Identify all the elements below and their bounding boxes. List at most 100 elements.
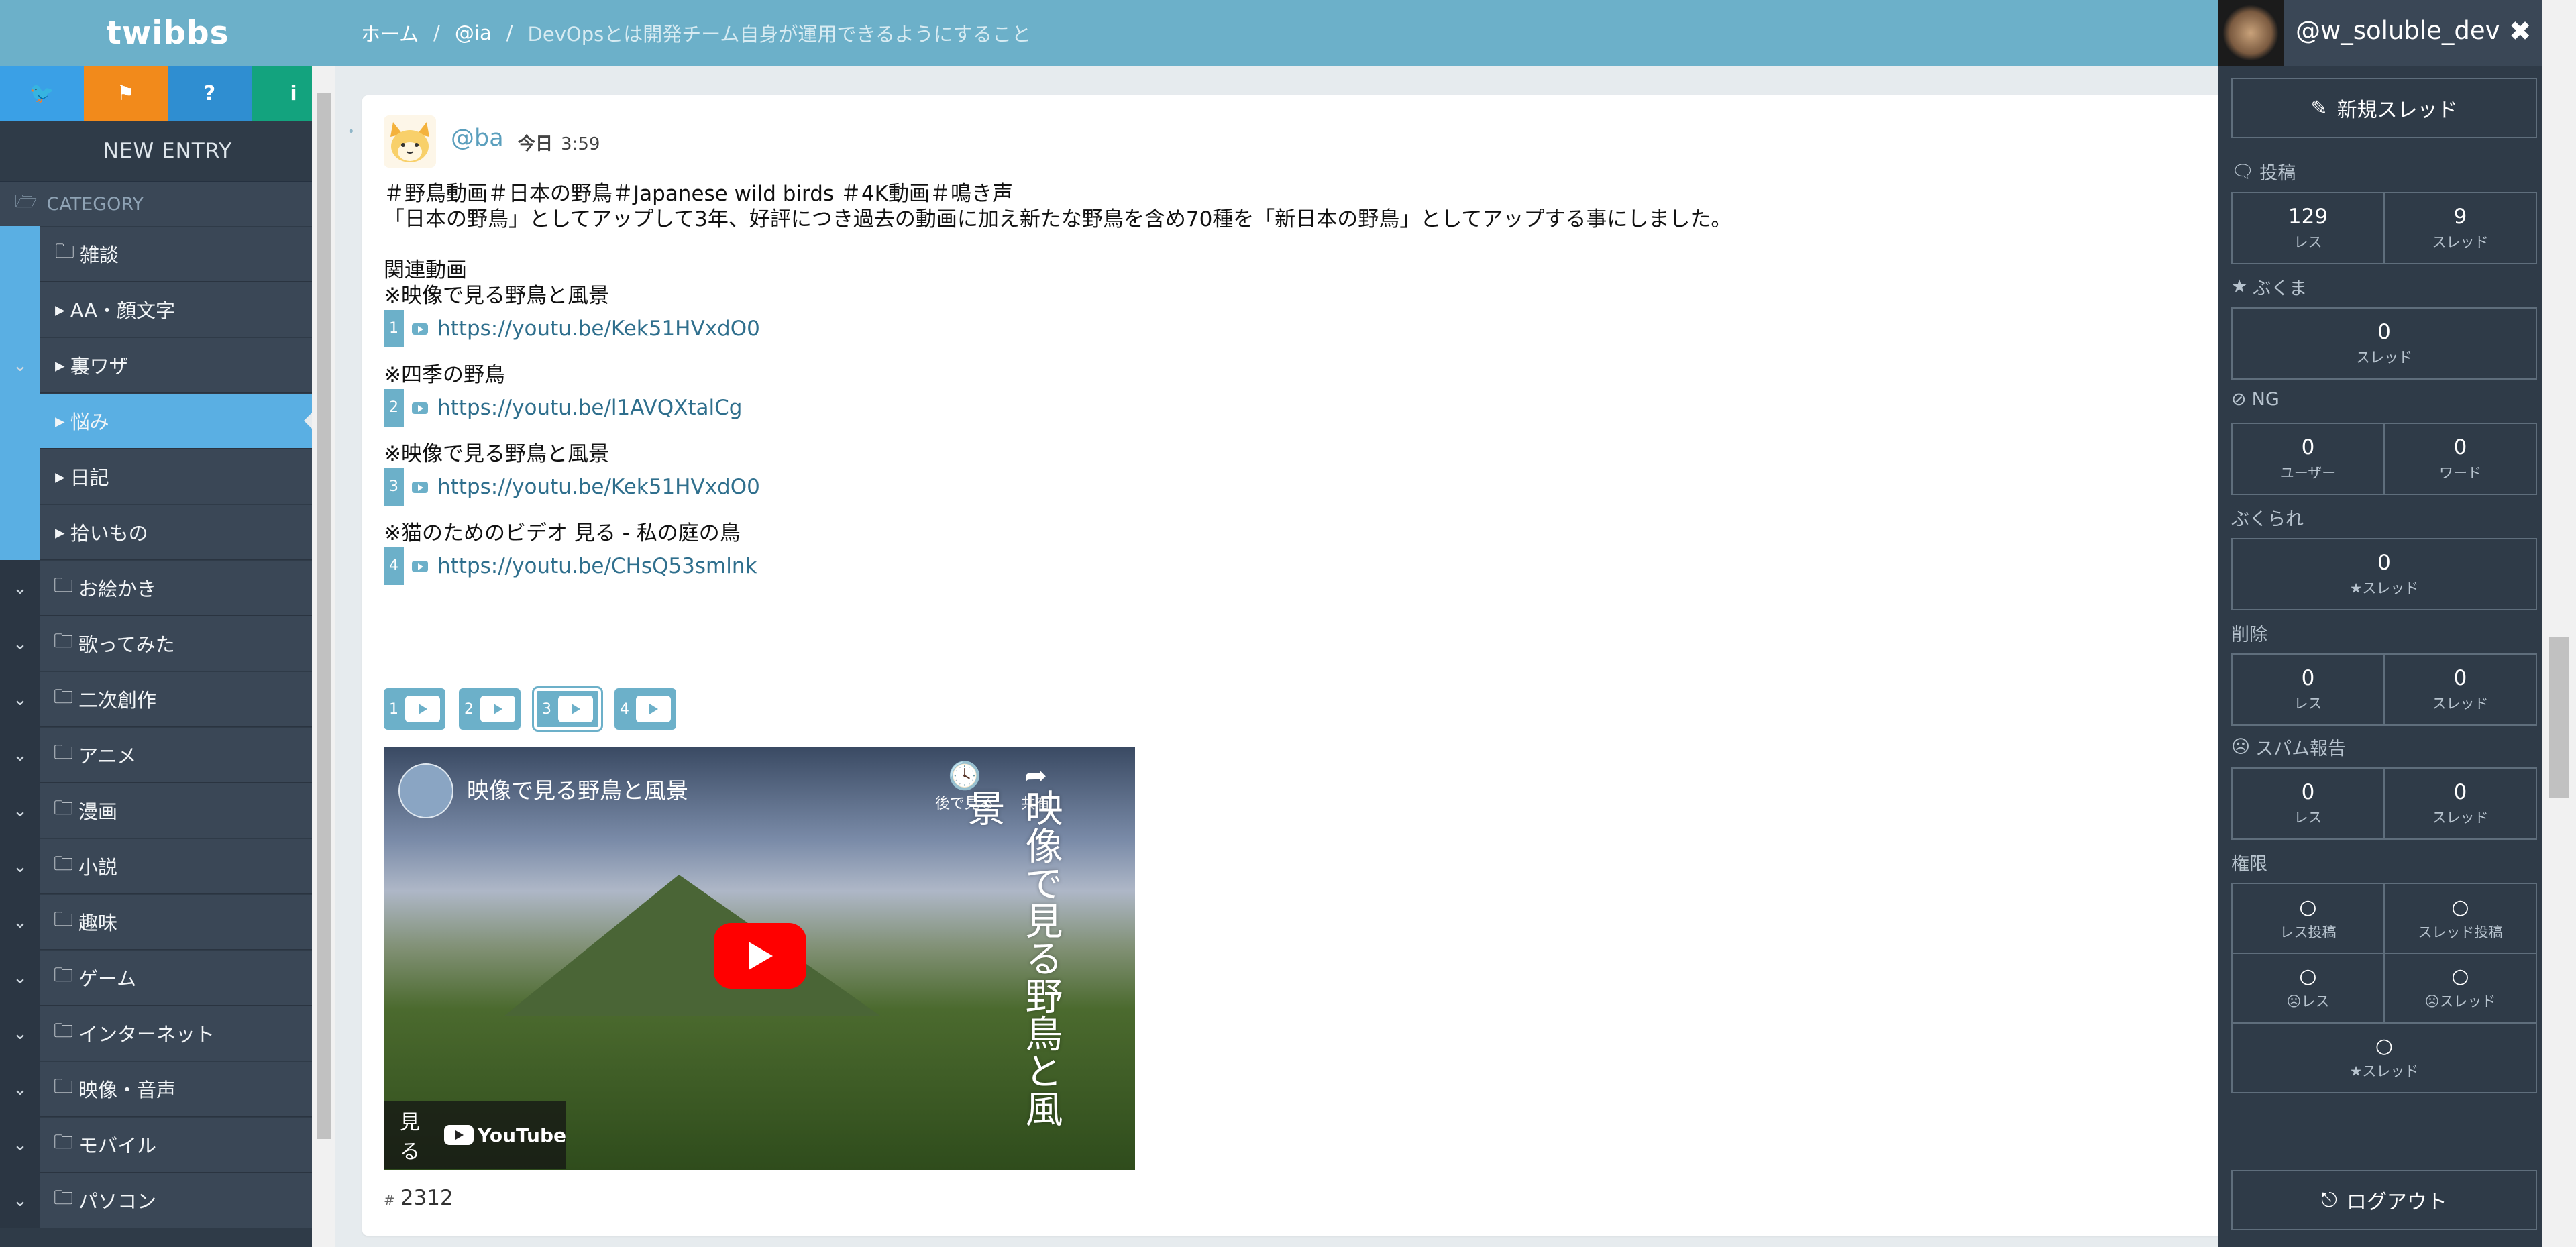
category-item[interactable]: ⌄ 🗀 小説 — [0, 838, 335, 894]
perm-mark: ○ — [2299, 895, 2317, 919]
category-label: 二次創作 — [78, 689, 157, 712]
category-item[interactable]: ⌄ 🗀 ゲーム — [0, 950, 335, 1006]
chevron-down-icon[interactable]: ⌄ — [0, 1006, 40, 1061]
subcategory-item-active[interactable]: ▸ 悩み — [0, 393, 335, 449]
logout-label: ログアウト — [2346, 1191, 2447, 1214]
chevron-down-icon[interactable]: ⌄ — [0, 1061, 40, 1117]
video-tab-1[interactable]: 1 — [384, 688, 445, 730]
chevron-down-icon[interactable]: ⌄ — [0, 894, 40, 950]
subcategory-item[interactable]: ▸ 日記 — [0, 449, 335, 504]
bookmarks-thread-count[interactable]: 0 スレッド — [2233, 309, 2536, 378]
category-item[interactable]: ⌄ 🗀 パソコン — [0, 1173, 335, 1228]
perm-row-3: ○ ★スレッド — [2231, 1022, 2537, 1093]
subcategory-item[interactable]: ⌄ ▸ 裏ワザ — [0, 337, 335, 393]
video-tab-4[interactable]: 4 — [614, 688, 676, 730]
breadcrumb-home[interactable]: ホーム — [361, 19, 419, 47]
breadcrumb-board[interactable]: @ia — [455, 21, 492, 44]
bukurare-thread-count[interactable]: 0 ★スレッド — [2233, 539, 2536, 609]
video-link[interactable]: https://youtu.be/Kek51HVxdO0 — [437, 316, 760, 341]
help-icon[interactable]: ? — [168, 66, 252, 121]
video-tab-2[interactable]: 2 — [459, 688, 521, 730]
close-icon[interactable]: ✖ — [2509, 16, 2532, 47]
category-item[interactable]: ⌄ 🗀 お絵かき — [0, 560, 335, 616]
chevron-down-icon[interactable]: ⌄ — [0, 1173, 40, 1228]
folder-icon: 🗀 — [54, 1130, 74, 1153]
chevron-down-icon[interactable]: ⌄ — [0, 671, 40, 727]
video-tab-number: 4 — [620, 700, 629, 718]
category-item[interactable]: ⌄ 🗀 漫画 — [0, 783, 335, 838]
link-title: ※映像で見る野鳥と風景 — [384, 284, 609, 308]
folder-icon: 🗀 — [54, 796, 74, 819]
video-title[interactable]: 映像で見る野鳥と風景 — [467, 773, 688, 805]
page-scrollbar[interactable] — [2542, 0, 2576, 1247]
category-toggle — [0, 449, 40, 504]
video-tab-number: 3 — [542, 700, 551, 718]
video-link[interactable]: https://youtu.be/l1AVQXtalCg — [437, 395, 742, 421]
sidebar-scroll-thumb[interactable] — [317, 93, 331, 1139]
caret-right-icon: ▸ — [55, 521, 65, 543]
chevron-down-icon[interactable]: ⌄ — [0, 337, 40, 393]
posts-thread-count[interactable]: 9 スレッド — [2383, 193, 2536, 263]
subcategory-item[interactable]: ▸ 拾いもの — [0, 504, 335, 560]
category-label: アニメ — [78, 745, 137, 767]
username[interactable]: @w_soluble_dev — [2296, 16, 2500, 45]
perm-mark: ○ — [2375, 1034, 2394, 1058]
category-item[interactable]: ⌄ 🗀 モバイル — [0, 1117, 335, 1173]
post-author[interactable]: @ba — [451, 125, 504, 152]
post-number[interactable]: #2312 — [384, 1186, 453, 1210]
deleted-thread-count[interactable]: 0 スレッド — [2383, 655, 2536, 724]
chevron-down-icon[interactable]: ⌄ — [0, 727, 40, 783]
stat-value: 9 — [2453, 205, 2467, 229]
chevron-down-icon[interactable]: ⌄ — [0, 616, 40, 671]
video-link[interactable]: https://youtu.be/Kek51HVxdO0 — [437, 474, 760, 500]
video-link[interactable]: https://youtu.be/CHsQ53smlnk — [437, 553, 757, 579]
chevron-down-icon[interactable]: ⌄ — [0, 950, 40, 1006]
author-avatar[interactable] — [384, 115, 436, 168]
chevron-down-icon[interactable]: ⌄ — [0, 783, 40, 838]
logout-button[interactable]: ⎋ ログアウト — [2231, 1170, 2537, 1230]
perm-star-thread: ○ ★スレッド — [2233, 1022, 2536, 1092]
category-item[interactable]: ⌄ 🗀 映像・音声 — [0, 1061, 335, 1117]
subcategory-item[interactable]: ▸ AA・顔文字 — [0, 282, 335, 337]
stat-value: 0 — [2453, 780, 2467, 804]
section-title: スパム報告 — [2255, 739, 2347, 759]
page-scroll-thumb[interactable] — [2549, 637, 2569, 798]
chevron-down-icon[interactable]: ⌄ — [0, 560, 40, 616]
video-play-button[interactable] — [714, 923, 806, 989]
video-tab-3[interactable]: 3 — [532, 686, 603, 732]
category-item[interactable]: ⌄ 🗀 歌ってみた — [0, 616, 335, 671]
link-title: ※猫のためのビデオ 見る - 私の庭の鳥 — [384, 521, 741, 545]
category-item[interactable]: ⌄ 🗀 二次創作 — [0, 671, 335, 727]
watch-on-youtube-button[interactable]: 見る YouTube — [384, 1101, 566, 1169]
perm-mark: ○ — [2451, 895, 2469, 919]
category-item-zatsudan[interactable]: 🗀 雑談 — [0, 226, 335, 282]
ng-user-count[interactable]: 0 ユーザー — [2233, 424, 2383, 494]
ng-word-count[interactable]: 0 ワード — [2383, 424, 2536, 494]
site-logo[interactable]: twibbs — [0, 0, 335, 66]
category-item[interactable]: ⌄ 🗀 趣味 — [0, 894, 335, 950]
spam-res-count[interactable]: 0 レス — [2233, 769, 2383, 838]
channel-avatar[interactable] — [398, 763, 453, 818]
sidebar-scrollbar[interactable] — [312, 66, 335, 1247]
posts-res-count[interactable]: 129 レス — [2233, 193, 2383, 263]
stat-value: 0 — [2301, 666, 2315, 690]
new-entry-button[interactable]: NEW ENTRY — [0, 121, 335, 182]
stat-label: レス — [2294, 234, 2322, 250]
category-item[interactable]: ⌄ 🗀 アニメ — [0, 727, 335, 783]
category-toggle — [0, 393, 40, 449]
twitter-icon[interactable]: 🐦 — [0, 66, 84, 121]
spam-thread-count[interactable]: 0 スレッド — [2383, 769, 2536, 838]
stat-value: 0 — [2301, 780, 2315, 804]
play-icon — [480, 696, 515, 722]
chevron-down-icon[interactable]: ⌄ — [0, 1117, 40, 1173]
deleted-res-count[interactable]: 0 レス — [2233, 655, 2383, 724]
user-avatar[interactable] — [2218, 0, 2284, 66]
new-thread-button[interactable]: ✎ 新規スレッド — [2231, 78, 2537, 138]
category-item[interactable]: ⌄ 🗀 インターネット — [0, 1006, 335, 1061]
flag-icon[interactable]: ⚑ — [84, 66, 168, 121]
youtube-embed[interactable]: 映像で見る野鳥と風景 🕓 後で見る ➦ 共有 映像で見る野鳥と風景 見る YouTu… — [384, 747, 1135, 1170]
perm-label: ☹スレッド — [2424, 993, 2496, 1010]
chevron-down-icon[interactable]: ⌄ — [0, 838, 40, 894]
video-thumbnail-mountain — [504, 875, 880, 1016]
